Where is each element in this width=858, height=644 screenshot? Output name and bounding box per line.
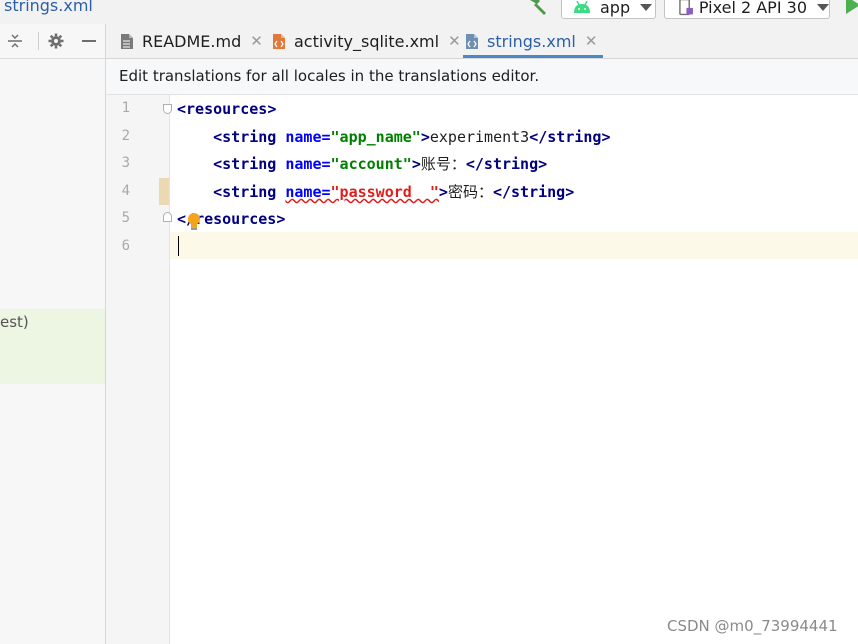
markdown-file-icon: [121, 33, 133, 49]
tool-window-toolbar: [0, 24, 105, 59]
punct: <: [213, 155, 223, 173]
tag-name: string: [222, 183, 277, 201]
tab-activity-sqlite[interactable]: activity_sqlite.xml ✕: [272, 24, 461, 58]
line-number: 3: [121, 155, 130, 171]
code-line-2[interactable]: <string name="app_name">experiment3</str…: [177, 127, 611, 147]
attribute-value-error: "password ": [330, 183, 439, 201]
string-text: 密码：: [447, 183, 493, 201]
punct: >: [538, 155, 548, 173]
punct: </: [529, 128, 548, 146]
chevron-down-icon: [817, 3, 829, 11]
tag-name: resources: [186, 100, 268, 118]
string-text: experiment3: [429, 128, 530, 146]
change-marker[interactable]: [159, 178, 169, 205]
fold-marker-icon[interactable]: [163, 212, 172, 222]
close-icon[interactable]: ✕: [250, 32, 263, 50]
watermark: CSDN @m0_73994441: [667, 617, 838, 635]
editor-tab-bar: README.md ✕ activity_sqlite.xml ✕ string…: [106, 24, 858, 59]
collapse-all-icon[interactable]: [5, 31, 25, 51]
line-number: 5: [121, 210, 130, 226]
minimize-icon[interactable]: [79, 31, 99, 51]
banner-text[interactable]: Edit translations for all locales in the…: [119, 67, 539, 85]
line-number: 4: [121, 183, 130, 199]
tag-name: string: [547, 128, 602, 146]
punct: =: [321, 128, 331, 146]
project-tool-window: est): [0, 24, 106, 644]
punct: </: [465, 155, 484, 173]
punct: >: [420, 128, 430, 146]
run-config-dropdown[interactable]: app: [561, 0, 656, 19]
tab-label: strings.xml: [487, 31, 576, 51]
tab-strings-xml[interactable]: strings.xml ✕: [462, 24, 604, 58]
tab-readme[interactable]: README.md ✕: [120, 24, 263, 58]
translations-editor-banner: Edit translations for all locales in the…: [106, 59, 858, 95]
punct: <: [213, 183, 223, 201]
punct: >: [267, 100, 277, 118]
punct: <: [177, 100, 187, 118]
tag-name: string: [511, 183, 566, 201]
navigation-bar: strings.xml app Pixel 2 API 30: [0, 0, 858, 24]
code-line-1[interactable]: <resources>: [177, 99, 276, 119]
layout-xml-icon: [273, 33, 285, 49]
line-number: 6: [121, 238, 130, 254]
punct: >: [276, 210, 286, 228]
tree-item-label: est): [0, 313, 29, 331]
punct: >: [411, 155, 421, 173]
lightbulb-icon[interactable]: [187, 211, 201, 231]
attribute-value: "app_name": [330, 128, 421, 146]
tab-label: activity_sqlite.xml: [294, 31, 440, 51]
punct: =: [321, 155, 331, 173]
run-config-label: app: [600, 0, 631, 17]
line-number: 2: [121, 128, 130, 144]
punct: >: [565, 183, 575, 201]
run-icon[interactable]: [846, 0, 858, 14]
tab-label: README.md: [142, 31, 242, 51]
close-icon[interactable]: ✕: [585, 32, 598, 50]
punct: =: [321, 183, 331, 201]
device-phone-icon: [679, 0, 693, 16]
build-hammer-icon[interactable]: [528, 0, 548, 16]
text-caret: [178, 236, 179, 256]
breadcrumb-file[interactable]: strings.xml: [4, 0, 93, 15]
code-line-4[interactable]: <string name="password ">密码：</string>: [177, 182, 574, 202]
code-line-3[interactable]: <string name="account">账号：</string>: [177, 154, 547, 174]
current-line-highlight: [106, 232, 858, 259]
device-label: Pixel 2 API 30: [698, 0, 807, 17]
attribute-value: "account": [330, 155, 412, 173]
fold-marker-icon[interactable]: [163, 104, 172, 114]
tag-name: string: [222, 128, 277, 146]
line-number: 1: [121, 100, 130, 116]
string-text: 账号：: [420, 155, 466, 173]
editor-gutter: 1 2 3 4 5 6: [106, 95, 172, 644]
device-dropdown[interactable]: Pixel 2 API 30: [664, 0, 830, 19]
attribute-name: name: [285, 155, 322, 173]
android-icon: [574, 1, 590, 13]
tag-name: string: [222, 155, 277, 173]
toolbar-divider: [38, 32, 39, 50]
tree-item-selected[interactable]: est): [0, 309, 105, 384]
tag-name: resources: [195, 210, 277, 228]
gear-icon[interactable]: [46, 31, 66, 51]
tag-name: string: [483, 155, 539, 173]
punct: >: [438, 183, 448, 201]
punct: >: [601, 128, 611, 146]
close-icon[interactable]: ✕: [448, 32, 461, 50]
attribute-name-error: name: [285, 183, 322, 201]
attribute-name: name: [285, 128, 322, 146]
punct: <: [213, 128, 223, 146]
chevron-down-icon: [640, 3, 653, 11]
values-xml-icon: [466, 33, 478, 49]
punct: </: [492, 183, 512, 201]
